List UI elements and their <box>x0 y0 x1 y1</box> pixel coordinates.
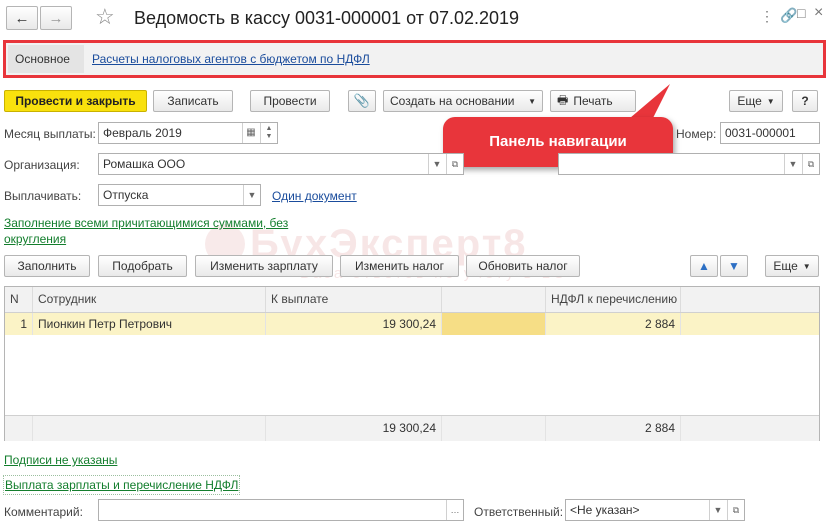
stepper-down-icon: ▼ <box>265 133 273 140</box>
dropdown-arrow-icon: ▼ <box>247 190 257 200</box>
arrow-up-icon: ▲ <box>698 259 710 273</box>
arrow-left-icon: ← <box>14 9 30 27</box>
table-header: N Сотрудник К выплате НДФЛ к перечислени… <box>5 287 819 313</box>
move-down-button[interactable]: ▼ <box>720 255 748 277</box>
subdivision-open-button[interactable]: ⧉ <box>802 154 819 174</box>
title-bar: ← → ☆ Ведомость в кассу 0031-000001 от 0… <box>0 0 831 36</box>
fill-mode-link[interactable]: Заполнение всеми причитающимися суммами,… <box>4 215 304 247</box>
responsible-value: <Не указан> <box>570 503 640 517</box>
dropdown-arrow-icon: ▼ <box>802 261 811 271</box>
comment-input[interactable]: … <box>98 499 464 521</box>
payment-link-box: Выплата зарплаты и перечисление НДФЛ <box>3 475 241 495</box>
dropdown-arrow-icon: ▼ <box>713 505 723 515</box>
forward-button[interactable]: → <box>40 6 72 30</box>
create-based-label: Создать на основании <box>390 94 515 108</box>
window-title: Ведомость в кассу 0031-000001 от 07.02.2… <box>134 8 520 28</box>
stepper-up-icon: ▲ <box>265 125 273 132</box>
totals-to-pay: 19 300,24 <box>266 416 442 441</box>
number-input[interactable]: 0031-000001 <box>720 122 820 144</box>
month-label: Месяц выплаты: <box>4 127 96 141</box>
maximize-icon[interactable]: □ <box>797 5 805 21</box>
row-n: 1 <box>5 313 33 335</box>
table-totals: 19 300,24 2 884 <box>5 415 819 441</box>
calendar-button[interactable]: ▦ <box>242 123 259 143</box>
post-button[interactable]: Провести <box>250 90 330 112</box>
col-header-employee[interactable]: Сотрудник <box>33 287 266 312</box>
open-icon: ⧉ <box>451 159 459 169</box>
change-salary-button[interactable]: Изменить зарплату <box>195 255 333 277</box>
employees-table: N Сотрудник К выплате НДФЛ к перечислени… <box>4 286 820 441</box>
pay-type-dropdown-button[interactable]: ▼ <box>243 185 260 205</box>
pay-type-select[interactable]: Отпуска ▼ <box>98 184 261 206</box>
responsible-open-button[interactable]: ⧉ <box>727 500 744 520</box>
single-document-link[interactable]: Один документ <box>272 189 357 203</box>
dropdown-arrow-icon: ▼ <box>528 96 536 106</box>
pay-label: Выплачивать: <box>4 189 82 203</box>
responsible-dropdown-button[interactable]: ▼ <box>709 500 726 520</box>
create-based-button[interactable]: Создать на основании ▼ <box>383 90 543 112</box>
org-label: Организация: <box>4 158 80 172</box>
move-up-button[interactable]: ▲ <box>690 255 718 277</box>
org-value: Ромашка ООО <box>103 157 186 171</box>
comment-expand-button[interactable]: … <box>446 500 463 520</box>
number-value: 0031-000001 <box>725 126 796 140</box>
back-button[interactable]: ← <box>6 6 38 30</box>
pick-button[interactable]: Подобрать <box>98 255 187 277</box>
pay-type-value: Отпуска <box>103 188 149 202</box>
stepper-button[interactable]: ▲ ▼ <box>260 123 277 143</box>
arrow-right-icon: → <box>48 9 64 27</box>
nav-link-ndfl[interactable]: Расчеты налоговых агентов с бюджетом по … <box>92 52 370 66</box>
change-tax-button[interactable]: Изменить налог <box>340 255 459 277</box>
signatures-link[interactable]: Подписи не указаны <box>4 453 117 467</box>
totals-ndfl: 2 884 <box>546 416 681 441</box>
subdivision-input[interactable]: ▼ ⧉ <box>558 153 820 175</box>
month-value: Февраль 2019 <box>103 126 182 140</box>
payment-link[interactable]: Выплата зарплаты и перечисление НДФЛ <box>5 478 238 492</box>
responsible-label: Ответственный: <box>474 505 564 519</box>
responsible-input[interactable]: <Не указан> ▼ ⧉ <box>565 499 745 521</box>
fill-button[interactable]: Заполнить <box>4 255 90 277</box>
arrow-down-icon: ▼ <box>728 259 740 273</box>
subdivision-dropdown-button[interactable]: ▼ <box>784 154 801 174</box>
row-extra <box>442 313 546 335</box>
org-input[interactable]: Ромашка ООО ▼ ⧉ <box>98 153 464 175</box>
calendar-icon: ▦ <box>246 127 256 138</box>
open-icon: ⧉ <box>732 505 740 515</box>
close-icon[interactable]: × <box>814 4 823 22</box>
col-header-ndfl[interactable]: НДФЛ к перечислению <box>546 287 681 312</box>
more-vert-icon[interactable]: ⋮ <box>760 8 774 25</box>
table-more-button[interactable]: Еще ▼ <box>765 255 819 277</box>
row-employee: Пионкин Петр Петрович <box>33 313 266 335</box>
col-header-extra[interactable] <box>442 287 546 312</box>
org-open-button[interactable]: ⧉ <box>446 154 463 174</box>
open-icon: ⧉ <box>807 159 815 169</box>
nav-tab-main-label: Основное <box>15 52 70 66</box>
dropdown-arrow-icon: ▼ <box>432 159 442 169</box>
ellipsis-icon: … <box>450 505 460 515</box>
table-more-label: Еще <box>773 259 798 273</box>
attach-button[interactable]: 📎 <box>348 90 376 112</box>
comment-label: Комментарий: <box>4 505 83 519</box>
link-icon[interactable]: 🔗 <box>780 7 797 24</box>
row-to-pay: 19 300,24 <box>266 313 442 335</box>
dropdown-arrow-icon: ▼ <box>788 159 798 169</box>
star-icon[interactable]: ☆ <box>95 4 115 30</box>
month-input[interactable]: Февраль 2019 ▦ ▲ ▼ <box>98 122 278 144</box>
post-and-close-button[interactable]: Провести и закрыть <box>4 90 147 112</box>
org-dropdown-button[interactable]: ▼ <box>428 154 445 174</box>
number-label: Номер: <box>676 127 717 141</box>
totals-extra <box>442 416 546 441</box>
paperclip-icon: 📎 <box>353 93 371 108</box>
col-header-to-pay[interactable]: К выплате <box>266 287 442 312</box>
totals-employee <box>33 416 266 441</box>
col-header-n[interactable]: N <box>5 287 33 312</box>
save-button[interactable]: Записать <box>153 90 233 112</box>
totals-n <box>5 416 33 441</box>
table-row[interactable]: 1 Пионкин Петр Петрович 19 300,24 2 884 <box>5 313 819 335</box>
row-ndfl: 2 884 <box>546 313 681 335</box>
update-tax-button[interactable]: Обновить налог <box>466 255 580 277</box>
